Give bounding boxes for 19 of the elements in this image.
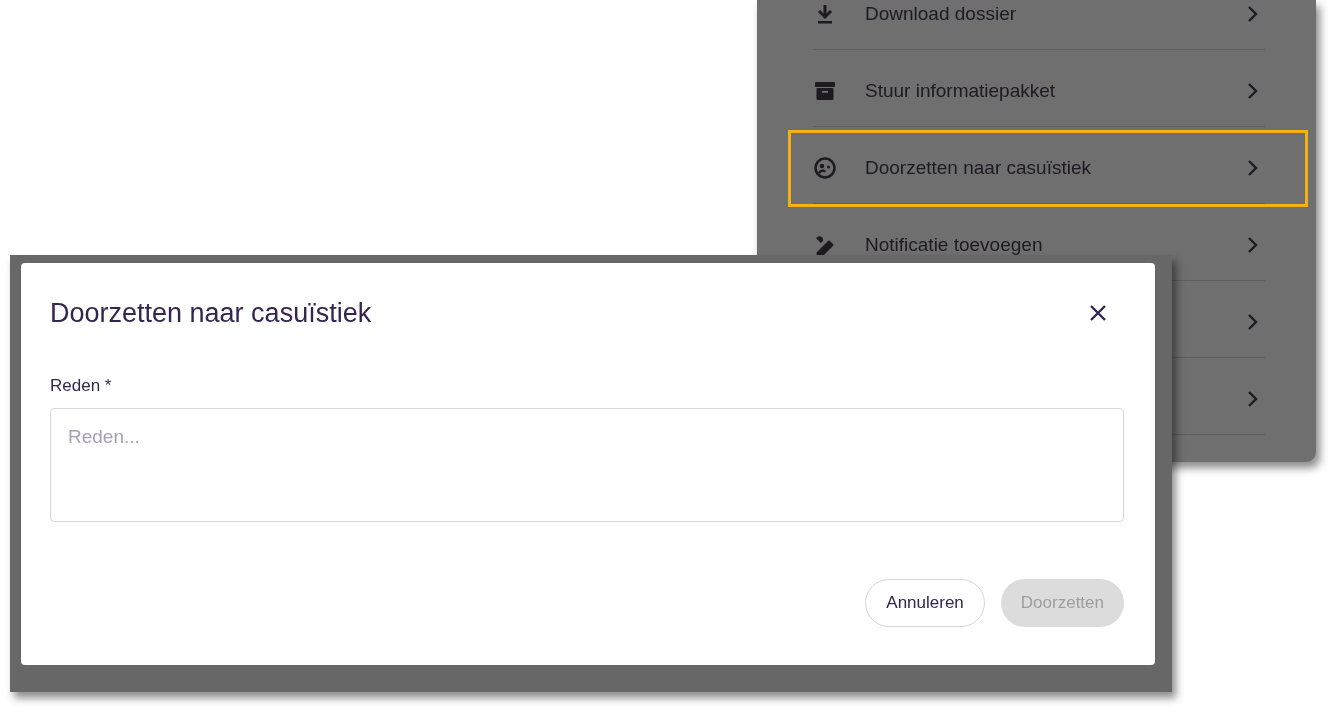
menu-item[interactable]: Stuur informatiepakket [788, 53, 1308, 130]
menu-item-label: Notificatie toevoegen [865, 234, 1044, 256]
close-button[interactable] [1088, 303, 1108, 323]
menu-item-label: Download dossier [865, 3, 1018, 25]
reason-field[interactable]: Reden... [50, 408, 1124, 522]
archive-icon [813, 79, 837, 103]
chevron-right-icon [1247, 5, 1259, 23]
menu-item-label: Stuur informatiepakket [865, 80, 1057, 102]
chevron-right-icon [1247, 390, 1259, 408]
cancel-button[interactable]: Annuleren [865, 579, 985, 627]
menu-item-label: Doorzetten naar casuïstiek [865, 157, 1092, 179]
menu-item[interactable]: Download dossier [788, 0, 1308, 53]
chevron-right-icon [1247, 313, 1259, 331]
field-label: Reden * [50, 376, 113, 396]
menu-item[interactable]: Doorzetten naar casuïstiek [788, 130, 1308, 207]
chevron-right-icon [1247, 159, 1259, 177]
chevron-right-icon [1247, 82, 1259, 100]
chevron-right-icon [1247, 236, 1259, 254]
dialog-title: Doorzetten naar casuïstiek [50, 297, 372, 329]
